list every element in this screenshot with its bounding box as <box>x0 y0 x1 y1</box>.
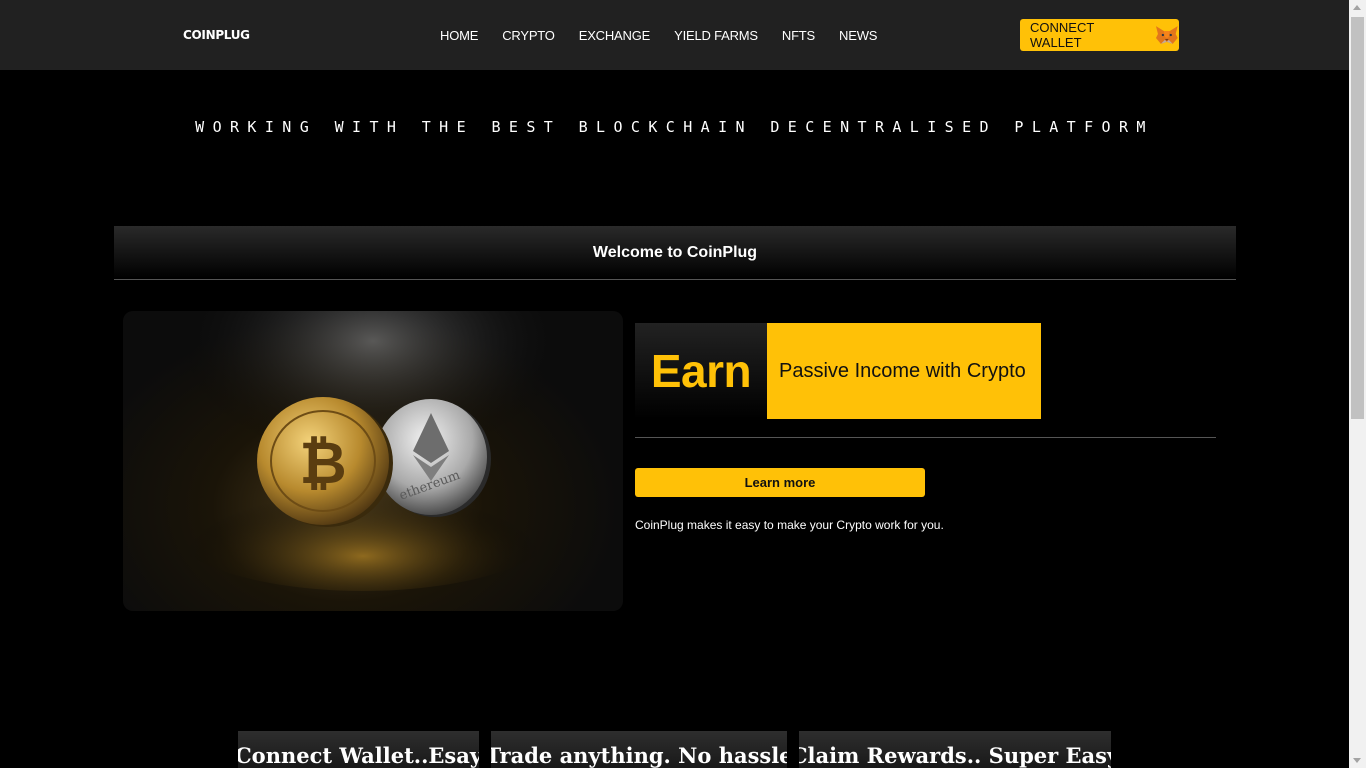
divider <box>635 437 1216 438</box>
svg-text:₿: ₿ <box>299 429 346 497</box>
nav-link-home[interactable]: HOME <box>440 28 478 43</box>
connect-wallet-button[interactable]: CONNECT WALLET <box>1020 19 1179 51</box>
nav-link-news[interactable]: NEWS <box>839 28 877 43</box>
scroll-up-icon[interactable] <box>1353 5 1361 10</box>
learn-more-button[interactable]: Learn more <box>635 468 925 497</box>
welcome-title: Welcome to CoinPlug <box>592 243 758 261</box>
feature-card-connect: Connect Wallet..Esay <box>238 731 479 768</box>
feature-card-trade: Trade anything. No hassle <box>491 731 787 768</box>
crypto-coins-image: ethereum ₿ <box>123 311 623 611</box>
connect-wallet-label: CONNECT WALLET <box>1030 20 1095 50</box>
nav-link-nfts[interactable]: NFTS <box>782 28 815 43</box>
coins-illustration: ethereum ₿ <box>123 311 623 611</box>
scrollbar-thumb[interactable] <box>1351 17 1364 419</box>
scroll-down-icon[interactable] <box>1353 758 1361 763</box>
scrollbar[interactable] <box>1349 0 1366 768</box>
navbar: COINPLUG HOME CRYPTO EXCHANGE YIELD FARM… <box>0 0 1349 70</box>
metamask-fox-icon <box>1156 26 1179 44</box>
promo-description: CoinPlug makes it easy to make your Cryp… <box>635 518 944 532</box>
nav-link-crypto[interactable]: CRYPTO <box>502 28 555 43</box>
earn-banner: Earn Passive Income with Crypto <box>635 323 1041 419</box>
feature-card-rewards: Claim Rewards.. Super Easy <box>799 731 1111 768</box>
nav-link-exchange[interactable]: EXCHANGE <box>579 28 651 43</box>
earn-caption: Passive Income with Crypto <box>767 323 1041 419</box>
nav-links: HOME CRYPTO EXCHANGE YIELD FARMS NFTS NE… <box>440 28 877 43</box>
nav-link-yield-farms[interactable]: YIELD FARMS <box>674 28 758 43</box>
welcome-banner: Welcome to CoinPlug <box>114 226 1236 280</box>
earn-heading: Earn <box>635 323 767 419</box>
hero-tagline: WORKING WITH THE BEST BLOCKCHAIN DECENTR… <box>195 118 1154 136</box>
brand-logo[interactable]: COINPLUG <box>183 28 250 42</box>
